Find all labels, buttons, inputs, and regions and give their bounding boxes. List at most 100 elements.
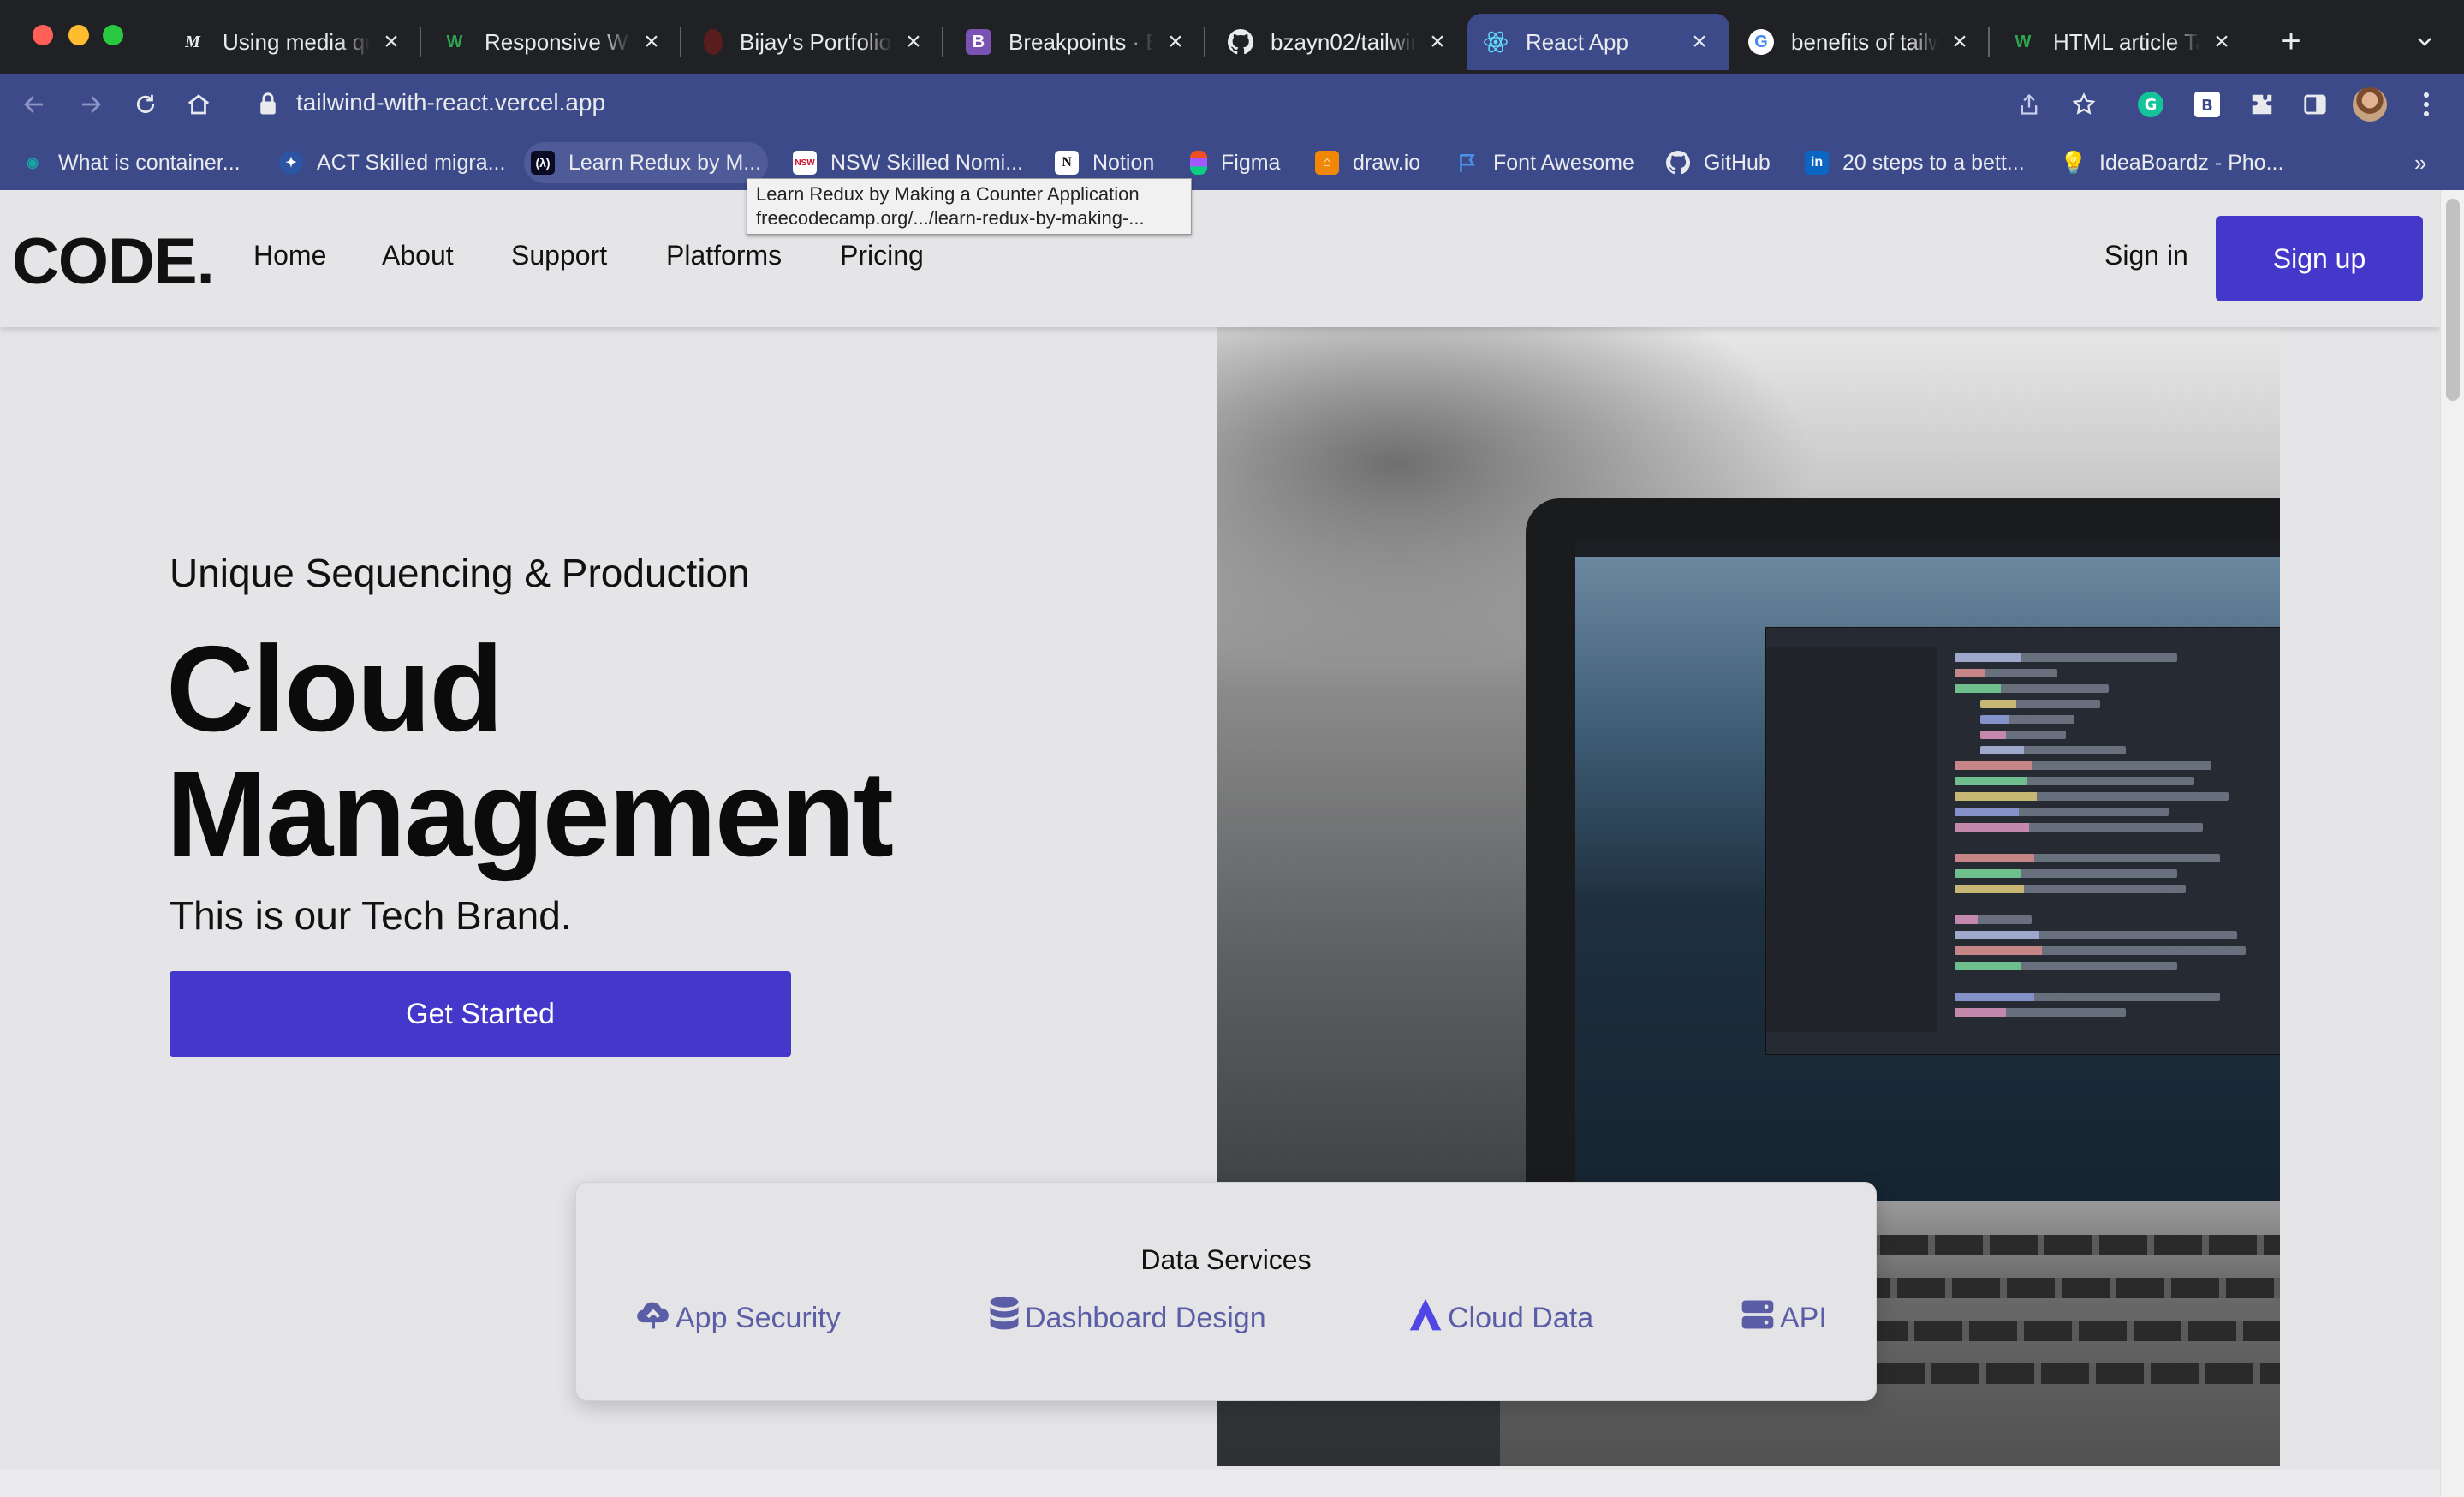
service-app-security[interactable]: App Security bbox=[634, 1296, 841, 1341]
back-arrow-icon[interactable] bbox=[15, 86, 53, 123]
tab-favicon-icon: W bbox=[446, 32, 463, 51]
database-icon bbox=[987, 1296, 1025, 1341]
close-tab-icon[interactable]: × bbox=[1945, 27, 1974, 57]
code-line bbox=[1955, 777, 2194, 785]
tab-separator bbox=[1988, 27, 1990, 57]
browser-menu-icon[interactable] bbox=[2407, 86, 2445, 123]
nav-link-about[interactable]: About bbox=[382, 240, 454, 271]
nav-link-platforms[interactable]: Platforms bbox=[666, 240, 782, 271]
service-api[interactable]: API bbox=[1739, 1296, 1827, 1341]
tab-responsive-web[interactable]: W Responsive We × bbox=[426, 14, 681, 70]
tab-react-app[interactable]: React App × bbox=[1467, 14, 1729, 70]
services-title: Data Services bbox=[1140, 1244, 1312, 1275]
bookmark-figma[interactable]: Figma bbox=[1183, 142, 1287, 183]
service-dashboard-design[interactable]: Dashboard Design bbox=[987, 1296, 1266, 1341]
freecodecamp-icon: (λ) bbox=[531, 151, 555, 175]
tab-favicon-icon: M bbox=[185, 32, 200, 51]
nav-link-pricing[interactable]: Pricing bbox=[840, 240, 924, 271]
data-services-card: Data Services App Security Dashboard Des… bbox=[575, 1182, 1877, 1401]
tab-bijays-portfolio[interactable]: Bijay's Portfolio × bbox=[688, 14, 943, 70]
service-label: Dashboard Design bbox=[1025, 1302, 1266, 1334]
more-bookmarks-chevron-icon[interactable]: » bbox=[2407, 142, 2433, 183]
tab-using-media-queries[interactable]: M Using media qu × bbox=[164, 14, 421, 70]
site-navbar: CODE. Home About Support Platforms Prici… bbox=[0, 190, 2440, 327]
bookmark-github[interactable]: GitHub bbox=[1659, 142, 1777, 183]
bookmark-font-awesome[interactable]: Font Awesome bbox=[1449, 142, 1641, 183]
svg-text:G: G bbox=[2145, 96, 2157, 114]
code-line bbox=[1955, 684, 2109, 693]
tab-separator bbox=[1204, 27, 1205, 57]
bookmark-act-skilled-migration[interactable]: ✦ ACT Skilled migra... bbox=[272, 142, 512, 183]
tab-title: bzayn02/tailwin bbox=[1271, 28, 1416, 55]
tab-title: benefits of tailw bbox=[1791, 28, 1938, 55]
bookmark-20-steps[interactable]: in 20 steps to a bett... bbox=[1798, 142, 2032, 183]
close-tab-icon[interactable]: × bbox=[2207, 27, 2236, 57]
hero-subtitle: Unique Sequencing & Production bbox=[170, 551, 750, 595]
tab-breakpoints-bootstrap[interactable]: B Breakpoints · Bo × bbox=[950, 14, 1205, 70]
new-tab-icon[interactable]: + bbox=[2272, 22, 2310, 60]
lock-icon[interactable] bbox=[257, 91, 279, 121]
tab-search-chevron-icon[interactable] bbox=[2406, 22, 2443, 60]
tab-title: Breakpoints · Bo bbox=[1009, 28, 1154, 55]
tab-separator bbox=[420, 27, 421, 57]
close-tab-icon[interactable]: × bbox=[1685, 27, 1714, 57]
close-window-button[interactable] bbox=[33, 25, 53, 45]
tab-html-article[interactable]: W HTML article Ta × bbox=[1995, 14, 2252, 70]
code-line bbox=[1955, 946, 2246, 955]
nav-link-support[interactable]: Support bbox=[511, 240, 607, 271]
sign-in-link[interactable]: Sign in bbox=[2104, 240, 2188, 271]
side-panel-icon[interactable] bbox=[2296, 86, 2334, 123]
profile-avatar[interactable] bbox=[2351, 86, 2389, 123]
page-scrollbar[interactable] bbox=[2440, 190, 2464, 1497]
code-line bbox=[1955, 869, 2177, 878]
notion-icon: N bbox=[1055, 151, 1079, 175]
close-tab-icon[interactable]: × bbox=[1423, 27, 1452, 57]
share-icon[interactable] bbox=[2010, 86, 2048, 123]
tab-benefits-of-tailwind[interactable]: G benefits of tailw × bbox=[1733, 14, 1990, 70]
bookmark-label: ACT Skilled migra... bbox=[317, 150, 506, 175]
tab-title: Responsive We bbox=[485, 28, 630, 55]
close-tab-icon[interactable]: × bbox=[1161, 27, 1190, 57]
get-started-button[interactable]: Get Started bbox=[170, 971, 791, 1057]
site-logo[interactable]: CODE. bbox=[12, 224, 215, 299]
minimize-window-button[interactable] bbox=[68, 25, 89, 45]
reload-icon[interactable] bbox=[127, 86, 164, 123]
bookmark-learn-redux[interactable]: (λ) Learn Redux by M... bbox=[524, 142, 769, 183]
extension-b-icon[interactable]: B bbox=[2188, 86, 2226, 123]
sign-up-button[interactable]: Sign up bbox=[2216, 216, 2423, 301]
service-cloud-data[interactable]: Cloud Data bbox=[1407, 1296, 1593, 1341]
extensions-puzzle-icon[interactable] bbox=[2243, 86, 2281, 123]
flag-icon bbox=[1455, 151, 1479, 175]
service-label: Cloud Data bbox=[1448, 1302, 1594, 1334]
bookmark-what-is-container[interactable]: ◉ What is container... bbox=[14, 142, 247, 183]
code-editor-window bbox=[1765, 627, 2280, 1055]
nsw-icon: NSW bbox=[793, 151, 817, 175]
code-line bbox=[1980, 700, 2100, 708]
close-tab-icon[interactable]: × bbox=[637, 27, 666, 57]
google-icon: G bbox=[1748, 29, 1774, 55]
bookmark-ideaboardz[interactable]: 💡 IdeaBoardz - Pho... bbox=[2055, 142, 2290, 183]
maximize-window-button[interactable] bbox=[103, 25, 123, 45]
page-bottom-edge bbox=[0, 1470, 2440, 1497]
bookmark-star-icon[interactable] bbox=[2065, 86, 2103, 123]
code-line bbox=[1955, 808, 2169, 816]
grammarly-extension-icon[interactable]: G bbox=[2132, 86, 2169, 123]
address-bar[interactable]: tailwind-with-react.vercel.app bbox=[296, 89, 605, 116]
bookmark-drawio[interactable]: ⌂ draw.io bbox=[1308, 142, 1427, 183]
linkedin-icon: in bbox=[1805, 151, 1829, 175]
close-tab-icon[interactable]: × bbox=[899, 27, 928, 57]
bookmark-notion[interactable]: N Notion bbox=[1048, 142, 1161, 183]
close-tab-icon[interactable]: × bbox=[377, 27, 406, 57]
home-icon[interactable] bbox=[180, 86, 217, 123]
code-line bbox=[1980, 731, 2066, 739]
scrollbar-thumb[interactable] bbox=[2446, 199, 2460, 401]
nav-link-home[interactable]: Home bbox=[253, 240, 326, 271]
service-label: API bbox=[1780, 1302, 1827, 1334]
github-icon bbox=[1666, 151, 1690, 175]
tab-github-repo[interactable]: bzayn02/tailwin × bbox=[1212, 14, 1467, 70]
bookmark-nsw-skilled-nomination[interactable]: NSW NSW Skilled Nomi... bbox=[786, 142, 1030, 183]
tab-favicon-icon: W bbox=[2015, 32, 2032, 51]
forward-arrow-icon[interactable] bbox=[72, 86, 110, 123]
tab-favicon-icon bbox=[704, 29, 723, 55]
eye-icon: ◉ bbox=[27, 156, 39, 170]
